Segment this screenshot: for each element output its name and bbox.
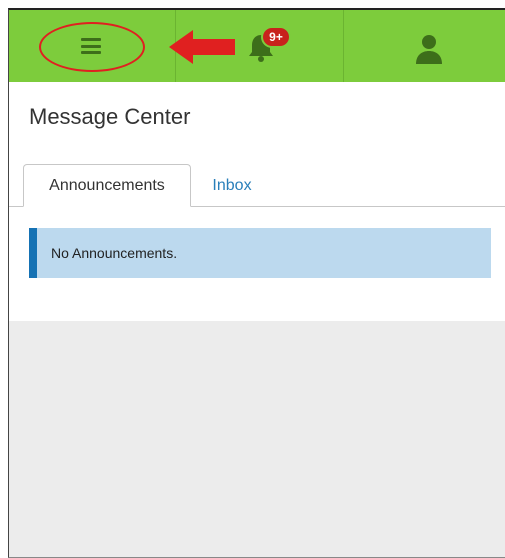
hamburger-menu-icon (81, 38, 101, 54)
page-header: Message Center (9, 82, 505, 151)
announcements-alert: No Announcements. (29, 228, 491, 278)
tab-inbox[interactable]: Inbox (197, 164, 267, 207)
app-frame: 9+ Message Center Announcements Inbox No… (8, 8, 505, 558)
annotation-arrow-icon (169, 30, 235, 64)
notifications-badge: 9+ (261, 26, 291, 48)
user-icon (416, 35, 442, 64)
alert-message: No Announcements. (51, 245, 178, 261)
tab-announcements[interactable]: Announcements (23, 164, 191, 207)
menu-button[interactable] (61, 24, 121, 68)
page-title: Message Center (29, 104, 191, 129)
topbar-divider (175, 10, 176, 82)
profile-button[interactable] (411, 32, 447, 66)
topbar-divider (343, 10, 344, 82)
message-content-panel: Announcements Inbox No Announcements. (9, 150, 505, 321)
top-navigation-bar: 9+ (9, 10, 505, 82)
